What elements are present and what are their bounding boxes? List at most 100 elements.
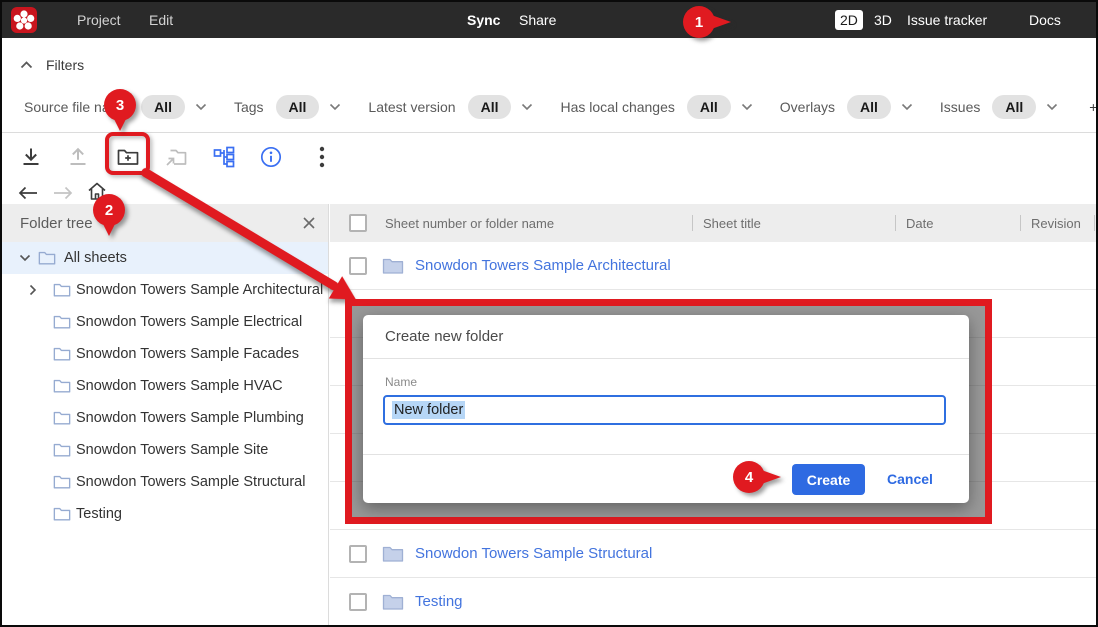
tab-2d[interactable]: 2D xyxy=(835,10,863,30)
folder-row-link[interactable]: Snowdon Towers Sample Architectural xyxy=(415,257,671,274)
tree-item-label: Snowdon Towers Sample Electrical xyxy=(76,314,302,330)
tree-item-label: Snowdon Towers Sample Facades xyxy=(76,346,299,362)
folder-icon xyxy=(53,378,71,394)
filter-value-dropdown[interactable]: All xyxy=(141,95,185,119)
folder-icon xyxy=(53,282,71,298)
tab-docs[interactable]: Docs xyxy=(1029,2,1061,38)
dialog-title: Create new folder xyxy=(363,315,969,359)
annotation-box-dialog: Create new folder Name New folder Create… xyxy=(345,299,992,524)
table-row[interactable]: Snowdon Towers Sample Architectural xyxy=(330,242,1098,290)
filter-value-dropdown[interactable]: All xyxy=(992,95,1036,119)
move-to-folder-icon[interactable] xyxy=(163,144,189,170)
share-button[interactable]: Share xyxy=(519,2,556,38)
chevron-down-icon[interactable] xyxy=(329,103,341,111)
folder-name-input[interactable]: New folder xyxy=(383,395,946,425)
folder-tree-panel: Folder tree All sheets Snowdon Towers Sa… xyxy=(2,204,329,627)
tree-item-label: Snowdon Towers Sample Architectural xyxy=(76,282,323,298)
annotation-step-1: 1 xyxy=(683,6,715,38)
folder-icon xyxy=(53,506,71,522)
tree-item[interactable]: Snowdon Towers Sample Electrical xyxy=(2,306,328,338)
more-options-icon[interactable] xyxy=(309,144,335,170)
folder-icon xyxy=(53,442,71,458)
tree-item[interactable]: Snowdon Towers Sample Structural xyxy=(2,466,328,498)
app-logo-icon[interactable] xyxy=(11,7,37,33)
column-header: Date xyxy=(906,216,933,231)
tree-item[interactable]: Snowdon Towers Sample Plumbing xyxy=(2,402,328,434)
tree-item-label: Testing xyxy=(76,506,122,522)
folder-tree-title: Folder tree xyxy=(20,215,93,232)
forward-icon[interactable] xyxy=(52,182,74,204)
tree-item-label: Snowdon Towers Sample Site xyxy=(76,442,268,458)
tree-item[interactable]: Testing xyxy=(2,498,328,530)
folder-row-link[interactable]: Snowdon Towers Sample Structural xyxy=(415,545,652,562)
filter-value-dropdown[interactable]: All xyxy=(468,95,512,119)
annotation-step-3: 3 xyxy=(104,89,136,121)
input-selected-text: New folder xyxy=(392,401,465,419)
tree-item[interactable]: Snowdon Towers Sample HVAC xyxy=(2,370,328,402)
download-icon[interactable] xyxy=(18,144,44,170)
annotation-step-2: 2 xyxy=(93,194,125,226)
folder-tree-header: Folder tree xyxy=(2,204,328,242)
folder-row-link[interactable]: Testing xyxy=(415,593,463,610)
row-checkbox[interactable] xyxy=(349,545,367,563)
column-header: Sheet title xyxy=(703,216,761,231)
chevron-down-icon[interactable] xyxy=(901,103,913,111)
tab-issue-tracker[interactable]: Issue tracker xyxy=(907,2,987,38)
chevron-down-icon[interactable] xyxy=(741,103,753,111)
chevron-down-icon[interactable] xyxy=(521,103,533,111)
tree-item[interactable]: Snowdon Towers Sample Site xyxy=(2,434,328,466)
tree-item-label: Snowdon Towers Sample Structural xyxy=(76,474,305,490)
filters-collapse-toggle[interactable]: Filters xyxy=(20,57,84,73)
filter-label: Has local changes xyxy=(560,99,674,115)
folder-icon xyxy=(382,593,404,611)
sync-button[interactable]: Sync xyxy=(467,2,500,38)
row-checkbox[interactable] xyxy=(349,593,367,611)
close-icon[interactable] xyxy=(300,214,318,232)
create-button[interactable]: Create xyxy=(792,464,865,495)
chevron-down-icon[interactable] xyxy=(19,254,32,262)
cancel-button[interactable]: Cancel xyxy=(887,464,933,495)
back-icon[interactable] xyxy=(17,182,39,204)
filter-label: Issues xyxy=(940,99,980,115)
annotation-step-4: 4 xyxy=(733,461,765,493)
chevron-down-icon[interactable] xyxy=(195,103,207,111)
folder-icon xyxy=(382,545,404,563)
folder-icon xyxy=(53,410,71,426)
chevron-down-icon[interactable] xyxy=(1046,103,1058,111)
folder-icon xyxy=(382,257,404,275)
column-header: Sheet number or folder name xyxy=(385,216,554,231)
tree-item[interactable]: Snowdon Towers Sample Architectural xyxy=(2,274,328,306)
folder-icon xyxy=(38,250,56,266)
hierarchy-icon[interactable] xyxy=(211,144,237,170)
top-menu-bar: Project Edit Sync Share 2D 3D Issue trac… xyxy=(2,2,1096,38)
name-field-label: Name xyxy=(385,375,417,389)
select-all-checkbox[interactable] xyxy=(349,214,367,232)
logo-glyph xyxy=(11,7,37,33)
add-filter-button[interactable]: + Add filter xyxy=(1089,99,1098,115)
tab-3d[interactable]: 3D xyxy=(874,2,892,38)
tree-item-label: Snowdon Towers Sample HVAC xyxy=(76,378,283,394)
filter-label: Overlays xyxy=(780,99,835,115)
filter-label: Tags xyxy=(234,99,264,115)
dialog-footer: Create Cancel xyxy=(363,454,969,503)
tree-item[interactable]: Snowdon Towers Sample Facades xyxy=(2,338,328,370)
info-icon[interactable] xyxy=(258,144,284,170)
filter-value-dropdown[interactable]: All xyxy=(276,95,320,119)
folder-icon xyxy=(53,314,71,330)
chevron-right-icon[interactable] xyxy=(29,284,42,296)
menu-project[interactable]: Project xyxy=(77,2,121,38)
tree-item-label: Snowdon Towers Sample Plumbing xyxy=(76,410,304,426)
table-row[interactable]: Snowdon Towers Sample Structural xyxy=(330,530,1098,578)
chevron-up-icon xyxy=(20,61,33,69)
row-checkbox[interactable] xyxy=(349,257,367,275)
tree-item-label: All sheets xyxy=(64,250,127,266)
filter-label: Latest version xyxy=(368,99,455,115)
filter-value-dropdown[interactable]: All xyxy=(687,95,731,119)
filters-panel: Filters Source file name All Tags All La… xyxy=(2,38,1096,133)
create-folder-dialog: Create new folder Name New folder Create… xyxy=(363,315,969,503)
table-row[interactable]: Testing xyxy=(330,578,1098,626)
menu-edit[interactable]: Edit xyxy=(149,2,173,38)
filter-value-dropdown[interactable]: All xyxy=(847,95,891,119)
upload-icon[interactable] xyxy=(65,144,91,170)
folder-icon xyxy=(53,346,71,362)
